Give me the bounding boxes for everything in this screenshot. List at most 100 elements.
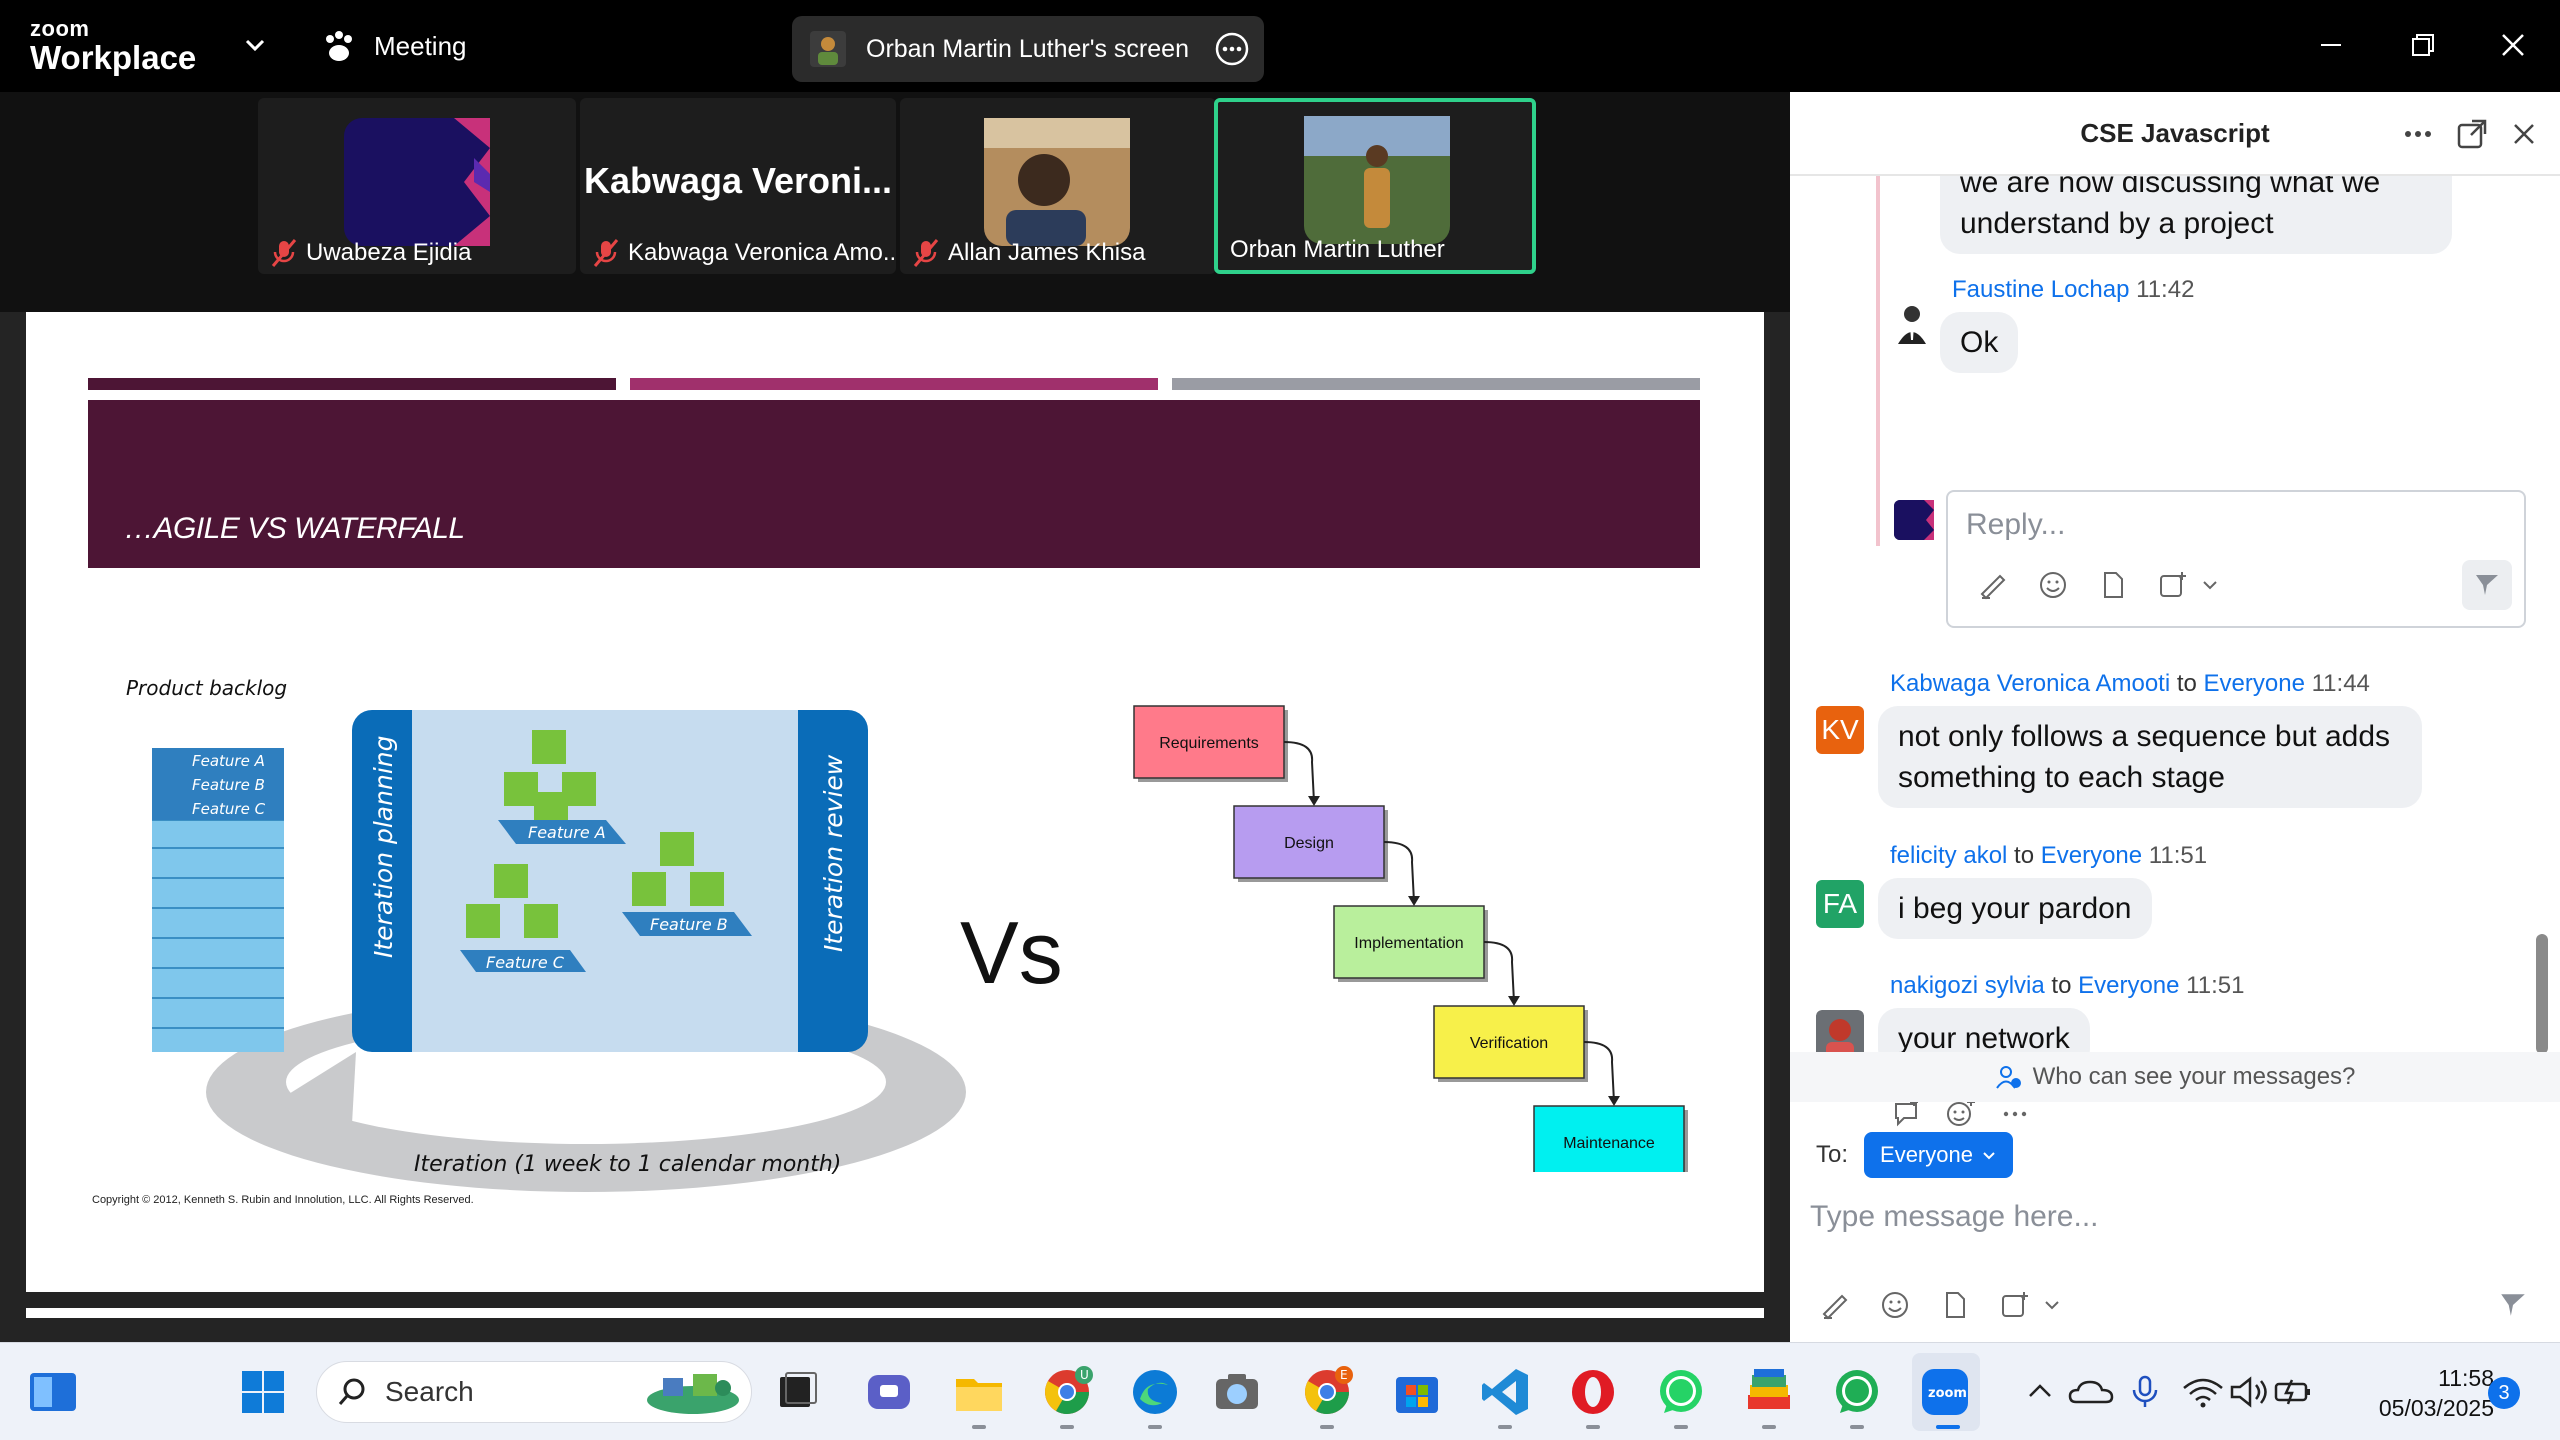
send-button[interactable] <box>2488 1280 2538 1330</box>
recipient-dropdown[interactable]: Everyone <box>1864 1132 2013 1178</box>
running-indicator <box>1850 1425 1864 1429</box>
waterfall-arrow <box>1283 741 1315 803</box>
camera-icon[interactable] <box>1210 1365 1264 1419</box>
logo-workplace-text: Workplace <box>30 39 197 76</box>
taskbar-search[interactable]: Search <box>316 1361 752 1423</box>
participant-display-name: Kabwaga Veroni... <box>583 160 893 201</box>
participant-tile-active[interactable]: Orban Martin Luther <box>1214 98 1536 274</box>
chat-message-bubble: i beg your pardon <box>1878 878 2152 939</box>
participant-name: Allan James Khisa <box>912 238 1145 268</box>
iteration-duration-label: Iteration (1 week to 1 calendar month) <box>414 1152 842 1177</box>
restore-icon[interactable] <box>2398 20 2448 70</box>
more-options-icon[interactable] <box>1214 31 1250 67</box>
close-chat-icon[interactable] <box>2506 116 2542 152</box>
mic-muted-icon <box>913 239 939 267</box>
whatsapp-beta-icon[interactable] <box>1830 1365 1884 1419</box>
pop-out-icon[interactable] <box>2454 116 2490 152</box>
waterfall-step-label: Requirements <box>1159 735 1259 752</box>
chevron-down-icon[interactable] <box>2042 1288 2062 1322</box>
windows-taskbar: Search U E zoom 11:58 05/03/2025 3 <box>0 1342 2560 1440</box>
reply-toolbar <box>1976 568 2220 602</box>
widgets-icon[interactable] <box>26 1365 80 1419</box>
format-icon[interactable] <box>1976 568 2010 602</box>
running-indicator <box>1498 1425 1512 1429</box>
file-icon[interactable] <box>1938 1288 1972 1322</box>
user-avatar <box>1890 300 1934 344</box>
file-explorer-icon[interactable] <box>952 1365 1006 1419</box>
waterfall-step-label: Maintenance <box>1563 1135 1655 1152</box>
waterfall-step: Requirements <box>1133 705 1288 782</box>
reply-input[interactable]: Reply... <box>1946 490 2526 628</box>
screen-share-pill[interactable]: Orban Martin Luther's screen <box>792 16 1264 82</box>
battery-icon[interactable] <box>2272 1372 2316 1412</box>
wifi-icon[interactable] <box>2178 1372 2228 1412</box>
waterfall-step-label: Verification <box>1470 1035 1548 1052</box>
clock-date: 05/03/2025 <box>2378 1395 2494 1421</box>
send-icon <box>2501 1294 2525 1316</box>
backlog-item: Feature C <box>192 800 266 818</box>
zoom-icon[interactable]: zoom <box>1918 1365 1972 1419</box>
shared-screen: …AGILE VS WATERFALL Product backlog Feat… <box>0 312 1790 1342</box>
search-highlight-image <box>647 1374 739 1414</box>
bluestacks-icon[interactable] <box>1742 1365 1796 1419</box>
user-avatar <box>1816 1010 1864 1058</box>
taskbar-clock[interactable]: 11:58 05/03/2025 <box>2344 1363 2494 1423</box>
paw-icon <box>326 31 352 61</box>
notification-badge[interactable]: 3 <box>2488 1377 2520 1409</box>
slide-stripe <box>1172 378 1700 390</box>
microphone-icon[interactable] <box>2120 1372 2170 1412</box>
chat-title: CSE Javascript <box>2080 118 2270 148</box>
feature-label: Feature B <box>650 915 728 934</box>
emoji-icon[interactable] <box>1878 1288 1912 1322</box>
screenshot-icon[interactable] <box>2156 568 2190 602</box>
reply-send-button[interactable] <box>2462 560 2512 610</box>
chrome-icon[interactable]: U <box>1040 1365 1094 1419</box>
slide-stripe <box>630 378 1158 390</box>
participant-tile[interactable]: Allan James Khisa <box>900 98 1216 274</box>
participant-tile[interactable]: Kabwaga Veroni... Kabwaga Veronica Amo..… <box>580 98 896 274</box>
whatsapp-icon[interactable] <box>1654 1365 1708 1419</box>
more-icon[interactable] <box>2400 116 2436 152</box>
close-icon[interactable] <box>2488 20 2538 70</box>
who-can-see-messages[interactable]: Who can see your messages? <box>1790 1052 2560 1102</box>
waterfall-step: Design <box>1233 805 1388 882</box>
windows-start-icon[interactable] <box>236 1365 290 1419</box>
chrome-profile-icon[interactable]: E <box>1300 1365 1354 1419</box>
format-icon[interactable] <box>1818 1288 1852 1322</box>
participant-tile[interactable]: Uwabeza Ejidia <box>258 98 576 274</box>
user-avatar-initials: KV <box>1816 706 1864 754</box>
volume-icon[interactable] <box>2228 1372 2272 1412</box>
chat-scrollbar[interactable] <box>2536 934 2548 1054</box>
running-indicator <box>1586 1425 1600 1429</box>
onedrive-icon[interactable] <box>2066 1372 2116 1412</box>
chat-message-bubble: we are now discussing what we understand… <box>1940 176 2452 254</box>
minimize-icon[interactable] <box>2306 20 2356 70</box>
emoji-icon[interactable] <box>2036 568 2070 602</box>
opera-icon[interactable] <box>1566 1365 1620 1419</box>
participant-name: Orban Martin Luther <box>1230 236 1445 263</box>
feature-label: Feature A <box>528 823 606 842</box>
user-avatar-initials: FA <box>1816 880 1864 928</box>
edge-icon[interactable] <box>1128 1365 1182 1419</box>
task-view-icon[interactable] <box>770 1365 824 1419</box>
participant-name: Kabwaga Veronica Amo... <box>592 238 896 268</box>
screenshot-icon[interactable] <box>1998 1288 2032 1322</box>
chevron-down-icon <box>1983 1152 1995 1160</box>
chat-header: CSE Javascript <box>1790 92 2560 176</box>
svg-text:zoom: zoom <box>1928 1386 1967 1401</box>
chat-messages: we are now discussing what we understand… <box>1790 176 2560 1136</box>
vscode-icon[interactable] <box>1478 1365 1532 1419</box>
chevron-down-icon[interactable] <box>2200 568 2220 602</box>
file-icon[interactable] <box>2096 568 2130 602</box>
chevron-up-icon[interactable] <box>2020 1372 2060 1412</box>
microsoft-store-icon[interactable] <box>1390 1365 1444 1419</box>
teams-chat-icon[interactable] <box>862 1365 916 1419</box>
chevron-down-icon[interactable] <box>240 30 270 60</box>
feature-label: Feature C <box>486 953 565 972</box>
system-tray <box>2020 1369 2316 1415</box>
participant-thumbnail-icon <box>810 31 846 67</box>
message-input[interactable] <box>1810 1192 2530 1242</box>
zoom-workplace-logo: zoom Workplace <box>30 18 200 76</box>
clock-time: 11:58 <box>2438 1365 2494 1391</box>
meeting-button[interactable]: Meeting <box>320 24 467 68</box>
